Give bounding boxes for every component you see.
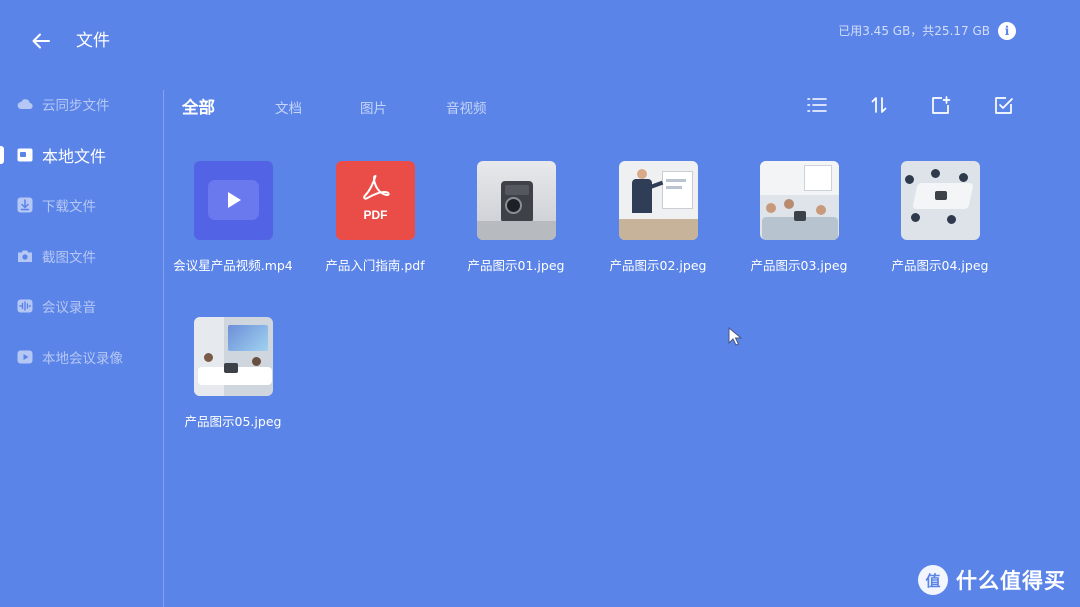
file-name: 产品图示02.jpeg (609, 258, 707, 273)
sidebar-item-downloads[interactable]: 下载文件 (0, 185, 160, 225)
image-thumbnail-meeting (760, 161, 839, 240)
watermark-text: 什么值得买 (956, 569, 1066, 593)
download-icon (16, 196, 34, 214)
video-thumbnail (194, 161, 273, 240)
image-thumbnail-presenter (619, 161, 698, 240)
cloud-icon (16, 95, 34, 113)
file-tile-pdf[interactable]: PDF 产品入门指南.pdf (305, 161, 445, 291)
image-thumbnail-conference (901, 161, 980, 240)
tab-audio-video[interactable]: 音视频 (446, 97, 487, 121)
page-title: 文件 (76, 31, 110, 51)
watermark-logo-icon: 值 (918, 565, 948, 595)
file-tile-image[interactable]: 产品图示02.jpeg (588, 161, 728, 291)
sidebar-item-meeting-recordings[interactable]: 本地会议录像 (0, 337, 160, 377)
sidebar-item-label: 下载文件 (42, 199, 96, 215)
pdf-thumbnail: PDF (336, 161, 415, 240)
list-view-icon (807, 98, 827, 112)
camera-icon (16, 247, 34, 265)
sidebar-item-local-files[interactable]: 本地文件 (0, 135, 160, 175)
file-tile-image[interactable]: 产品图示04.jpeg (870, 161, 1010, 291)
audio-wave-icon (16, 297, 34, 315)
file-name: 会议星产品视频.mp4 (173, 258, 293, 273)
sidebar-item-screenshots[interactable]: 截图文件 (0, 236, 160, 276)
sidebar-item-label: 本地文件 (42, 147, 107, 166)
back-button[interactable] (26, 26, 56, 56)
new-folder-button[interactable] (928, 92, 954, 118)
file-name: 产品图示04.jpeg (891, 258, 989, 273)
multi-select-icon (995, 97, 1013, 114)
new-folder-icon (932, 96, 951, 114)
pdf-label: PDF (363, 208, 388, 222)
tab-documents[interactable]: 文档 (275, 97, 302, 121)
sidebar-item-label: 截图文件 (42, 250, 96, 266)
sort-icon (871, 97, 887, 113)
multi-select-button[interactable] (991, 92, 1017, 118)
file-name: 产品图示01.jpeg (467, 258, 565, 273)
sort-button[interactable] (866, 92, 892, 118)
storage-usage-text: 已用3.45 GB，共25.17 GB (838, 24, 990, 38)
tab-all[interactable]: 全部 (182, 96, 215, 120)
file-name: 产品图示03.jpeg (750, 258, 848, 273)
file-tile-video[interactable]: 会议星产品视频.mp4 (163, 161, 303, 291)
sidebar-item-cloud-sync[interactable]: 云同步文件 (0, 84, 160, 124)
arrow-left-icon (32, 33, 50, 49)
video-play-icon (16, 348, 34, 366)
tab-images[interactable]: 图片 (360, 97, 387, 121)
list-view-button[interactable] (804, 92, 830, 118)
sidebar-item-label: 本地会议录像 (42, 351, 123, 367)
mouse-cursor-icon (728, 327, 742, 346)
sidebar-item-label: 会议录音 (42, 300, 96, 316)
file-tile-image[interactable]: 产品图示05.jpeg (163, 317, 303, 447)
watermark: 值 什么值得买 (918, 562, 1066, 598)
play-icon (227, 192, 241, 208)
file-tile-image[interactable]: 产品图示01.jpeg (446, 161, 586, 291)
file-name: 产品入门指南.pdf (325, 258, 425, 273)
file-tile-image[interactable]: 产品图示03.jpeg (729, 161, 869, 291)
image-thumbnail-screen-room (194, 317, 273, 396)
info-icon[interactable]: i (998, 22, 1016, 40)
pdf-acrobat-icon (363, 175, 390, 200)
sidebar-item-label: 云同步文件 (42, 98, 110, 114)
sidebar-item-meeting-audio[interactable]: 会议录音 (0, 286, 160, 326)
folder-image-icon (16, 146, 34, 164)
file-name: 产品图示05.jpeg (184, 414, 282, 429)
image-thumbnail-projector (477, 161, 556, 240)
